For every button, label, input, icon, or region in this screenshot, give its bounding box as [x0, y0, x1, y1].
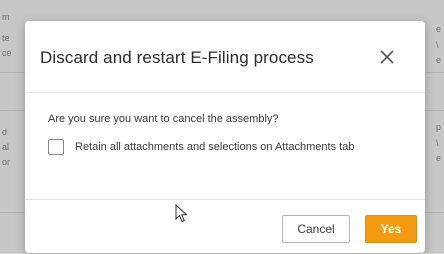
retain-attachments-checkbox[interactable]: [48, 139, 64, 155]
cancel-button[interactable]: Cancel: [282, 215, 350, 243]
dialog-body: Are you sure you want to cancel the asse…: [25, 93, 425, 223]
close-icon: [380, 50, 394, 64]
retain-attachments-label[interactable]: Retain all attachments and selections on…: [75, 141, 354, 153]
dialog-footer: Cancel Yes: [25, 199, 425, 254]
yes-button[interactable]: Yes: [365, 215, 417, 243]
dialog-title: Discard and restart E-Filing process: [40, 48, 314, 67]
close-button[interactable]: [375, 45, 399, 69]
dialog-header: Discard and restart E-Filing process: [25, 21, 425, 93]
confirmation-question: Are you sure you want to cancel the asse…: [48, 113, 279, 125]
discard-restart-dialog: Discard and restart E-Filing process Are…: [25, 21, 425, 253]
